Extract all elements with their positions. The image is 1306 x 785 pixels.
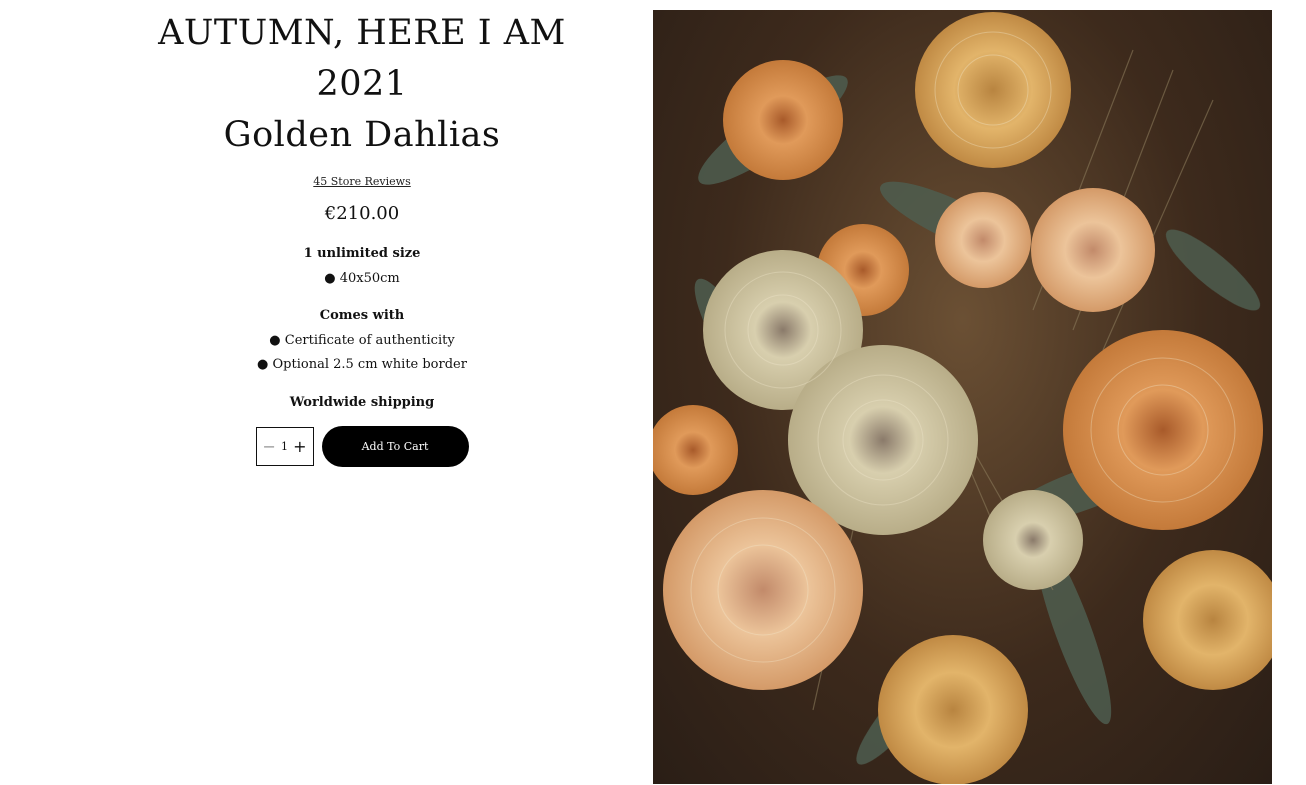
product-title-line1: AUTUMN, HERE I AM 2021 [158, 13, 566, 104]
comes-with-item-certificate: ● Certificate of authenticity [269, 333, 455, 348]
buy-row: − 1 + Add To Cart [120, 426, 604, 467]
product-title: AUTUMN, HERE I AM 2021 Golden Dahlias [120, 0, 604, 161]
store-reviews-link[interactable]: 45 Store Reviews [313, 175, 410, 188]
size-heading: 1 unlimited size [303, 246, 421, 261]
product-page: AUTUMN, HERE I AM 2021 Golden Dahlias 45… [0, 0, 1306, 785]
comes-with-heading: Comes with [319, 308, 405, 323]
shipping-info: Worldwide shipping [289, 395, 435, 410]
size-bullet: ● 40x50cm [324, 271, 400, 286]
quantity-stepper[interactable]: − 1 + [255, 427, 314, 466]
product-image[interactable] [653, 10, 1272, 784]
product-price: €210.00 [324, 203, 400, 224]
product-info: AUTUMN, HERE I AM 2021 Golden Dahlias 45… [120, 0, 604, 467]
comes-with-item-border: ● Optional 2.5 cm white border [257, 357, 467, 372]
quantity-value[interactable]: 1 [281, 440, 288, 453]
quantity-decrease-button[interactable]: − [263, 438, 276, 455]
quantity-increase-button[interactable]: + [293, 438, 306, 455]
flowers-group [653, 12, 1272, 784]
dahlia-artwork [653, 12, 1272, 784]
product-title-line2: Golden Dahlias [223, 115, 501, 155]
add-to-cart-button[interactable]: Add To Cart [321, 426, 469, 467]
